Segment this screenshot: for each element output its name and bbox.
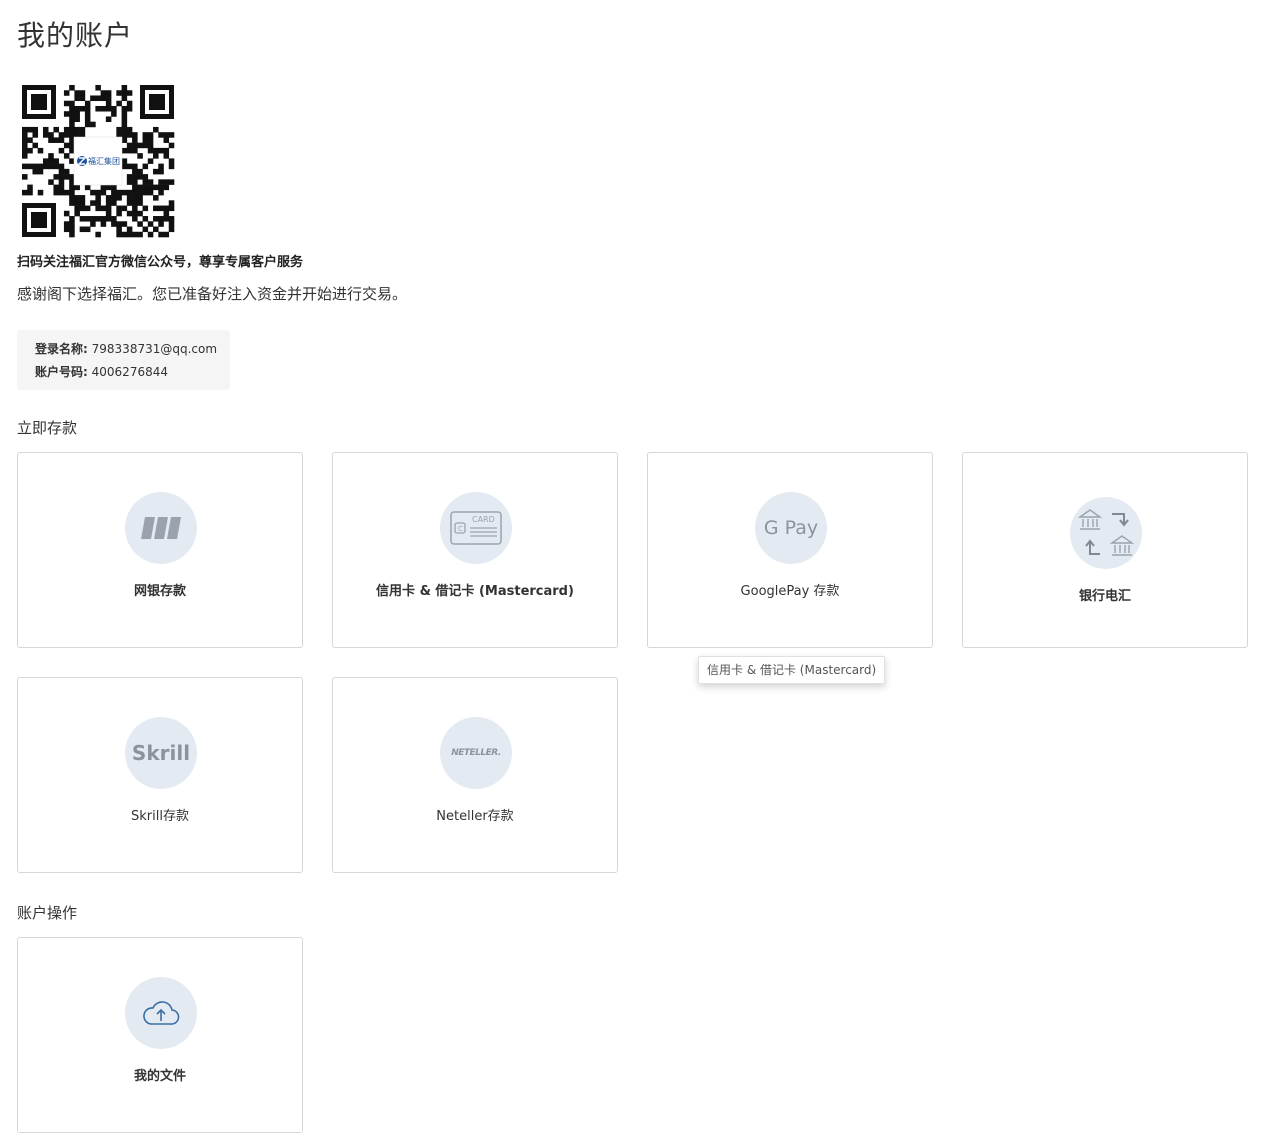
neteller-icon: NETELLER. — [440, 717, 512, 789]
intro-text: 感谢阁下选择福汇。您已准备好注入资金并开始进行交易。 — [17, 285, 408, 303]
credit-card-icon: C CARD — [440, 492, 512, 564]
qr-caption: 扫码关注福汇官方微信公众号，尊享专属客户服务 — [17, 255, 304, 270]
deposit-card-credit-card[interactable]: C CARD 信用卡 & 借记卡 (Mastercard) — [332, 452, 618, 648]
skrill-icon-text: Skrill — [131, 741, 191, 765]
login-name-value: 798338731@qq.com — [91, 342, 218, 356]
account-operations-title: 账户操作 — [17, 904, 78, 922]
account-number-value: 4006276844 — [91, 365, 168, 379]
deposit-option-label: Neteller存款 — [436, 809, 514, 824]
card-icon-text: CARD — [472, 515, 495, 524]
page-title: 我的账户 — [17, 19, 134, 52]
google-pay-icon: G Pay — [755, 492, 827, 564]
svg-text:C: C — [458, 525, 463, 533]
my-documents-card[interactable]: 我的文件 — [17, 937, 303, 1133]
skrill-icon: Skrill — [125, 717, 197, 789]
deposit-section-title: 立即存款 — [17, 419, 78, 437]
qr-finder-top-right — [140, 85, 174, 119]
operation-option-label: 我的文件 — [133, 1069, 186, 1084]
deposit-card-neteller[interactable]: NETELLER. Neteller存款 — [332, 677, 618, 873]
fxcm-logo-icon: 福汇集团 — [77, 156, 120, 166]
qr-finder-bottom-left — [22, 203, 56, 237]
tooltip: 信用卡 & 借记卡 (Mastercard) — [698, 656, 886, 684]
deposit-option-label: 网银存款 — [133, 584, 186, 599]
google-pay-icon-text: G Pay — [763, 517, 819, 539]
wechat-qr-code: 福汇集团 — [20, 83, 176, 239]
deposit-card-online-banking[interactable]: 网银存款 — [17, 452, 303, 648]
cloud-upload-icon — [125, 977, 197, 1049]
qr-logo-text: 福汇集团 — [88, 156, 120, 166]
bank-transfer-icon — [1070, 497, 1142, 569]
deposit-card-google-pay[interactable]: G Pay GooglePay 存款 — [647, 452, 933, 648]
login-name-label: 登录名称: — [35, 342, 88, 356]
login-name-row: 登录名称: 798338731@qq.com — [35, 340, 217, 357]
deposit-card-bank-transfer[interactable]: 银行电汇 — [962, 452, 1248, 648]
online-banking-icon — [125, 492, 197, 564]
neteller-icon-text: NETELLER. — [451, 748, 501, 758]
account-number-row: 账户号码: 4006276844 — [35, 363, 168, 380]
deposit-card-skrill[interactable]: Skrill Skrill存款 — [17, 677, 303, 873]
qr-code-image: 福汇集团 — [20, 83, 176, 239]
qr-finder-top-left — [22, 85, 56, 119]
deposit-option-label: 信用卡 & 借记卡 (Mastercard) — [376, 584, 574, 599]
deposit-option-label: 银行电汇 — [1078, 589, 1131, 604]
account-number-label: 账户号码: — [35, 365, 88, 379]
deposit-option-label: GooglePay 存款 — [740, 584, 840, 599]
account-info-box: 登录名称: 798338731@qq.com 账户号码: 4006276844 — [17, 330, 230, 390]
deposit-option-label: Skrill存款 — [131, 809, 189, 824]
